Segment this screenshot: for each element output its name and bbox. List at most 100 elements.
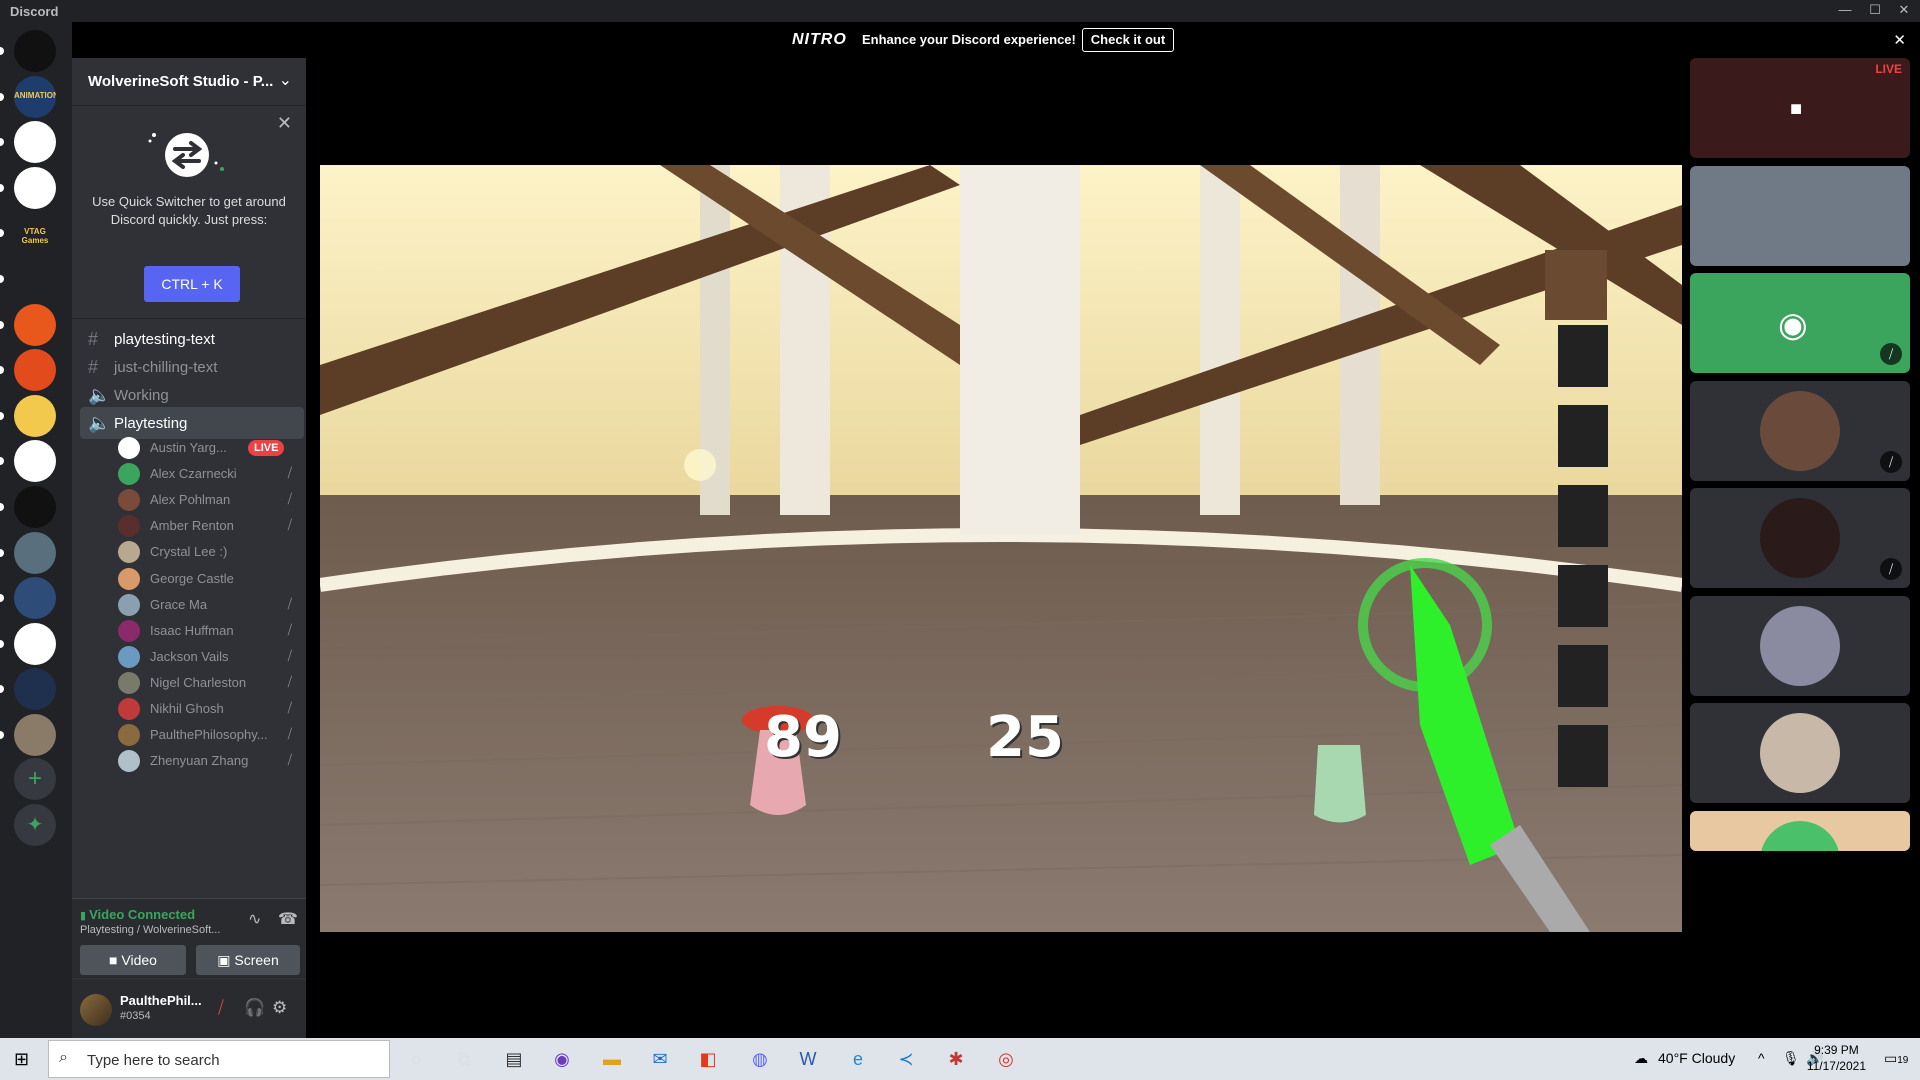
close-banner-icon[interactable]: ✕	[1893, 31, 1906, 49]
unread-pip	[0, 47, 4, 55]
video-button[interactable]: ■ Video	[80, 945, 186, 975]
disconnect-icon[interactable]: ☎	[278, 909, 298, 929]
minimize-button[interactable]: —	[1831, 2, 1859, 20]
voice-member[interactable]: Zhenyuan Zhang ⧸	[108, 747, 304, 775]
server-icon-server-3[interactable]	[14, 121, 56, 164]
participant-tile-avatar-5[interactable]	[1690, 810, 1910, 851]
avatar	[118, 750, 140, 773]
edge-icon[interactable]: e	[844, 1045, 872, 1073]
chevron-up-icon[interactable]: ^	[1758, 1050, 1765, 1066]
member-name: PaulthePhilosophy...	[150, 727, 268, 743]
taskbar-search[interactable]: ⌕ Type here to search	[48, 1040, 390, 1078]
avatar[interactable]	[80, 994, 112, 1026]
office-icon[interactable]: ◧	[694, 1045, 722, 1073]
server-icon-server-5[interactable]: VTAG Games	[14, 212, 56, 255]
avatar	[118, 567, 140, 590]
notifications-icon[interactable]: ▭19	[1884, 1050, 1908, 1067]
voice-member[interactable]: Crystal Lee :)	[108, 538, 304, 566]
member-name: Nikhil Ghosh	[150, 701, 224, 716]
server-icon-server-15[interactable]	[14, 668, 56, 711]
voice-member[interactable]: Austin Yarg...▶LIVE	[108, 434, 304, 462]
check-it-out-button[interactable]: Check it out	[1082, 28, 1174, 52]
explore-servers-icon[interactable]: ✦	[14, 804, 56, 846]
slack-icon[interactable]: ✱	[942, 1045, 970, 1073]
participant-tile-discord-default[interactable]: ◉ ⧸	[1690, 273, 1910, 373]
vscode-icon[interactable]: ≺	[892, 1045, 920, 1073]
signal-icon: ▮	[80, 910, 90, 922]
voice-member[interactable]: Isaac Huffman ⧸	[108, 617, 304, 645]
noise-suppression-icon[interactable]: ∿	[248, 909, 261, 929]
server-icon-server-2[interactable]: ANIMATION	[14, 75, 56, 118]
member-name: Nigel Charleston	[150, 674, 247, 690]
server-icon-server-4[interactable]	[14, 166, 56, 209]
ctrl-k-button[interactable]: CTRL + K	[144, 266, 240, 302]
camera-icon: ■	[109, 952, 122, 968]
close-icon[interactable]: ✕	[277, 113, 292, 134]
mic-muted-icon: ⧸	[287, 465, 292, 481]
voice-member[interactable]: Grace Ma ⧸	[108, 591, 304, 619]
stream-video[interactable]: 89 25	[320, 165, 1682, 932]
clock[interactable]: 9:39 PM 11/17/2021	[1807, 1042, 1866, 1074]
windows-start-icon[interactable]: ⊞	[14, 1049, 29, 1070]
member-name: Zhenyuan Zhang	[150, 753, 249, 769]
server-icon-server-6[interactable]	[14, 258, 56, 300]
voice-member[interactable]: Nikhil Ghosh ⧸	[108, 695, 304, 723]
store-icon[interactable]: ▤	[500, 1045, 528, 1073]
voice-member[interactable]: PaulthePhilosophy... ⧸	[108, 721, 304, 749]
unread-pip	[0, 320, 4, 329]
server-icon-server-1[interactable]	[14, 30, 56, 72]
unread-pip	[0, 366, 4, 375]
live-badge: LIVE	[1875, 62, 1902, 76]
server-icon-server-13[interactable]	[14, 577, 56, 620]
participant-tile-avatar-2[interactable]: ⧸	[1690, 488, 1910, 588]
voice-member[interactable]: Alex Pohlman ⧸	[108, 486, 304, 514]
participant-tile-avatar-3[interactable]	[1690, 595, 1910, 696]
maximize-button[interactable]: ☐	[1861, 2, 1889, 20]
avatar	[118, 698, 140, 720]
server-icon-server-16[interactable]	[14, 714, 56, 756]
participant-tile-stream-preview[interactable]: LIVE ■	[1690, 58, 1910, 158]
server-icon-server-7[interactable]	[14, 303, 56, 346]
weather-text[interactable]: 40°F Cloudy	[1658, 1050, 1735, 1066]
cortana-icon[interactable]: ○	[402, 1045, 430, 1073]
server-icon-server-10[interactable]	[14, 440, 56, 483]
search-placeholder: Type here to search	[87, 1052, 220, 1069]
avatar	[118, 541, 140, 564]
chrome-icon[interactable]: ◎	[992, 1045, 1020, 1073]
gear-icon[interactable]: ⚙	[272, 998, 287, 1018]
mail-icon[interactable]: ✉	[646, 1045, 674, 1073]
avatar	[118, 463, 140, 486]
participant-tile-avatar-4[interactable]	[1690, 703, 1910, 803]
app-icon-purple[interactable]: ◉	[548, 1045, 576, 1073]
word-icon[interactable]: W	[794, 1045, 822, 1073]
microphone-icon[interactable]: 🎙	[1782, 1050, 1800, 1067]
avatar	[118, 515, 140, 538]
avatar	[118, 645, 140, 668]
date: 11/17/2021	[1806, 1059, 1866, 1073]
mic-muted-icon[interactable]: ⧸	[218, 998, 224, 1018]
voice-member[interactable]: Nigel Charleston ⧸	[108, 669, 304, 697]
server-icon-server-9[interactable]	[14, 394, 56, 437]
discord-taskbar-icon[interactable]: ◍	[746, 1045, 774, 1073]
server-icon-label: VTAG Games	[21, 227, 49, 246]
server-icon-server-11[interactable]	[14, 486, 56, 528]
voice-member[interactable]: Jackson Vails ⧸	[108, 643, 304, 671]
close-window-button[interactable]: ✕	[1890, 2, 1918, 20]
participant-tile-webcam[interactable]	[1690, 165, 1910, 266]
hashtag-icon: #	[88, 329, 99, 349]
file-explorer-icon[interactable]: ▬	[598, 1045, 626, 1073]
server-icon-server-14[interactable]	[14, 622, 56, 665]
server-header[interactable]: WolverineSoft Studio - P... ⌄	[72, 58, 306, 106]
screen-share-button[interactable]: ▣ Screen	[196, 945, 300, 975]
unread-pip	[0, 731, 4, 739]
headphones-icon[interactable]: 🎧	[244, 998, 265, 1018]
voice-member[interactable]: Amber Renton ⧸	[108, 512, 304, 540]
voice-member[interactable]: Alex Czarnecki ⧸	[108, 460, 304, 488]
voice-member[interactable]: George Castle	[108, 565, 304, 593]
mic-muted-icon: ⧸	[287, 752, 292, 768]
server-icon-server-12[interactable]	[14, 531, 56, 574]
participant-tile-avatar-1[interactable]: ⧸	[1690, 380, 1910, 481]
add-server-icon[interactable]: +	[14, 758, 56, 800]
server-icon-server-8[interactable]	[14, 349, 56, 392]
task-view-icon[interactable]: ⧉	[450, 1045, 478, 1073]
